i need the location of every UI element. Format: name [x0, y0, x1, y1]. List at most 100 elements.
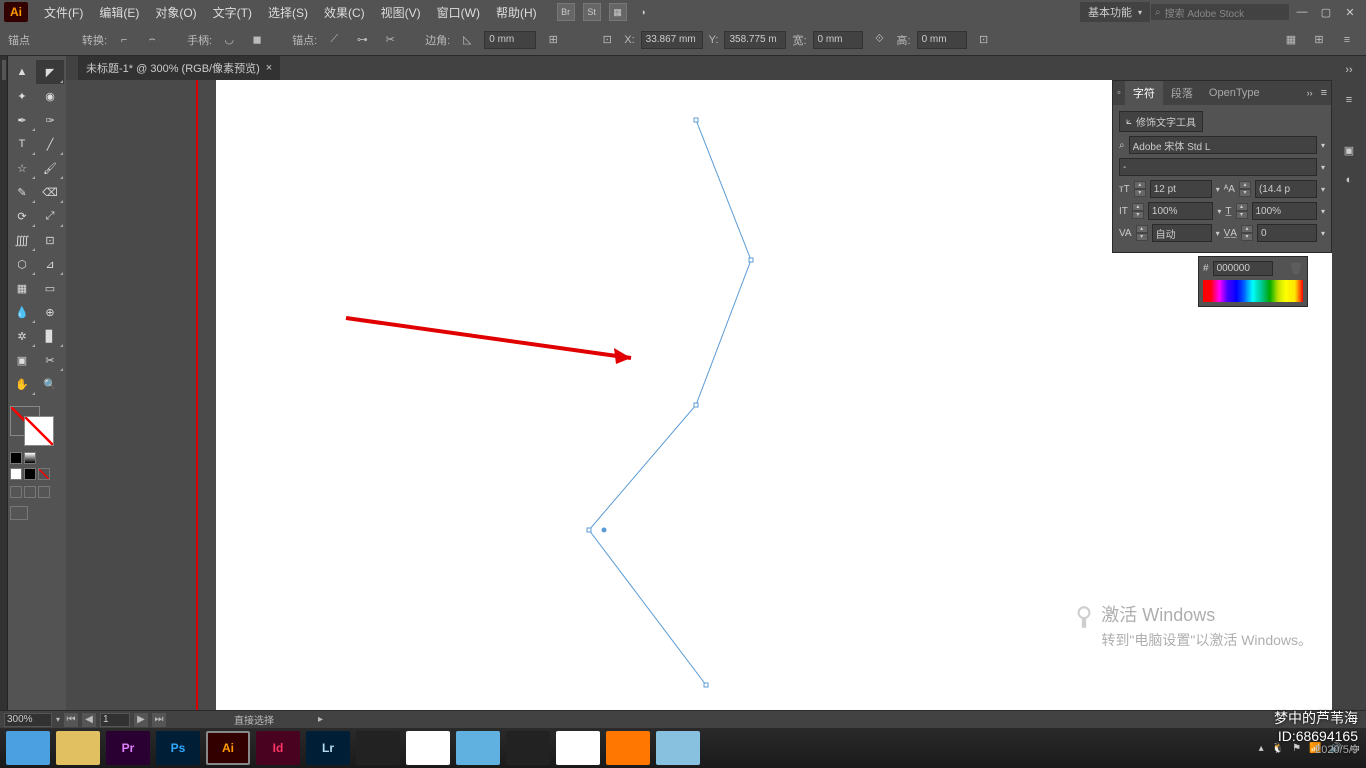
color-mode-btn[interactable]: [10, 468, 22, 480]
tab-character[interactable]: 字符: [1125, 81, 1163, 105]
lasso-tool[interactable]: ◉: [36, 84, 64, 108]
taskbar-app-10[interactable]: [506, 731, 550, 765]
eyedropper-tool[interactable]: 💧: [8, 300, 36, 324]
pen-tool[interactable]: ✒: [8, 108, 36, 132]
close-button[interactable]: ✕: [1338, 3, 1362, 21]
gradient-mode-btn[interactable]: [24, 468, 36, 480]
curvature-tool[interactable]: ✑: [36, 108, 64, 132]
hex-input[interactable]: [1213, 261, 1273, 276]
taskbar-app-5[interactable]: Id: [256, 731, 300, 765]
menu-view[interactable]: 视图(V): [373, 4, 429, 21]
convert-corner-btn[interactable]: ⌐: [113, 29, 135, 51]
taskbar-app-13[interactable]: [656, 731, 700, 765]
arrange-icon[interactable]: ▦: [609, 3, 627, 21]
menu-type[interactable]: 文字(T): [205, 4, 260, 21]
prev-artboard-btn[interactable]: ◀: [82, 713, 96, 727]
perspective-tool[interactable]: ⊿: [36, 252, 64, 276]
menu-file[interactable]: 文件(F): [36, 4, 91, 21]
tab-paragraph[interactable]: 段落: [1163, 81, 1201, 105]
draw-behind-btn[interactable]: [24, 486, 36, 498]
x-input[interactable]: [641, 31, 703, 49]
align-panel-btn[interactable]: ▦: [1280, 29, 1302, 51]
maximize-button[interactable]: ▢: [1314, 3, 1338, 21]
graph-tool[interactable]: ▊: [36, 324, 64, 348]
taskbar-app-11[interactable]: [556, 731, 600, 765]
trash-icon[interactable]: 🗑: [1289, 262, 1303, 275]
first-artboard-btn[interactable]: ⏮: [64, 713, 78, 727]
panel-menu-icon[interactable]: ≡: [1341, 92, 1357, 108]
chevron-down-icon[interactable]: ▾: [1321, 141, 1325, 150]
anchor-remove-btn[interactable]: ⟋: [323, 29, 345, 51]
panel-expand-icon[interactable]: ››: [1341, 62, 1357, 78]
width-tool[interactable]: ⨌: [8, 228, 36, 252]
tab-opentype[interactable]: OpenType: [1201, 83, 1268, 103]
none-mode-btn[interactable]: [38, 468, 50, 480]
anchor-point[interactable]: [749, 258, 754, 263]
anchor-connect-btn[interactable]: ⊶: [351, 29, 373, 51]
anchor-point[interactable]: [694, 403, 699, 408]
isolate-btn[interactable]: ⊡: [973, 29, 995, 51]
anchor-cut-btn[interactable]: ✂: [379, 29, 401, 51]
swatches-panel-icon[interactable]: ◐: [1341, 172, 1357, 188]
stroke-swatch[interactable]: [24, 416, 54, 446]
zoom-input[interactable]: [4, 713, 52, 727]
corner-input[interactable]: [484, 31, 536, 49]
menu-window[interactable]: 窗口(W): [429, 4, 488, 21]
blend-tool[interactable]: ⊕: [36, 300, 64, 324]
bridge-icon[interactable]: Br: [557, 3, 575, 21]
paintbrush-tool[interactable]: 🖌: [36, 156, 64, 180]
pencil-tool[interactable]: ✎: [8, 180, 36, 204]
draw-inside-btn[interactable]: [38, 486, 50, 498]
menu-help[interactable]: 帮助(H): [488, 4, 545, 21]
minimize-button[interactable]: —: [1290, 3, 1314, 21]
convert-smooth-btn[interactable]: ⌢: [141, 29, 163, 51]
vscale-input[interactable]: [1148, 202, 1213, 220]
kerning-input[interactable]: [1152, 224, 1212, 242]
shape-builder-tool[interactable]: ⬡: [8, 252, 36, 276]
font-size-input[interactable]: [1150, 180, 1212, 198]
color-picker[interactable]: [8, 404, 66, 522]
tray-expand-icon[interactable]: ▴: [1259, 743, 1264, 754]
last-artboard-btn[interactable]: ⏭: [152, 713, 166, 727]
taskbar-app-4[interactable]: Ai: [206, 731, 250, 765]
rectangle-tool[interactable]: ☆: [8, 156, 36, 180]
y-input[interactable]: [724, 31, 786, 49]
menu-select[interactable]: 选择(S): [260, 4, 316, 21]
zoom-tool[interactable]: 🔍: [36, 372, 64, 396]
handle-hide-btn[interactable]: ◼: [246, 29, 268, 51]
anchor-point[interactable]: [694, 118, 699, 123]
close-tab-icon[interactable]: ×: [266, 62, 272, 74]
artboard-num-input[interactable]: [100, 713, 130, 727]
next-artboard-btn[interactable]: ▶: [134, 713, 148, 727]
panel-expand-icon[interactable]: ››: [1303, 88, 1317, 98]
taskbar-app-12[interactable]: [606, 731, 650, 765]
selection-tool[interactable]: ▲: [8, 60, 36, 84]
w-input[interactable]: [813, 31, 863, 49]
taskbar-app-6[interactable]: Lr: [306, 731, 350, 765]
draw-normal-btn[interactable]: [10, 486, 22, 498]
tracking-input[interactable]: [1257, 224, 1317, 242]
gpu-icon[interactable]: ◗: [635, 3, 653, 21]
anchor-point[interactable]: [704, 683, 709, 688]
touch-type-tool-btn[interactable]: ⟀ 修饰文字工具: [1119, 111, 1203, 132]
font-family-input[interactable]: [1129, 136, 1317, 154]
taskbar-app-2[interactable]: Pr: [106, 731, 150, 765]
menu-edit[interactable]: 编辑(E): [91, 4, 147, 21]
screen-mode-btn[interactable]: [10, 506, 28, 520]
chevron-down-icon[interactable]: ▾: [1321, 163, 1325, 172]
default-colors-btn[interactable]: [10, 452, 22, 464]
free-transform-tool[interactable]: ⊡: [36, 228, 64, 252]
color-spectrum[interactable]: [1203, 280, 1303, 302]
search-input[interactable]: ⌕ 搜索 Adobe Stock: [1150, 3, 1290, 21]
menu-object[interactable]: 对象(O): [147, 4, 204, 21]
taskbar-app-0[interactable]: [6, 731, 50, 765]
stock-icon[interactable]: St: [583, 3, 601, 21]
taskbar-app-7[interactable]: [356, 731, 400, 765]
taskbar-app-8[interactable]: [406, 731, 450, 765]
eraser-tool[interactable]: ⌫: [36, 180, 64, 204]
hand-tool[interactable]: ✋: [8, 372, 36, 396]
taskbar-app-3[interactable]: Ps: [156, 731, 200, 765]
taskbar-app-1[interactable]: [56, 731, 100, 765]
transform-panel-btn[interactable]: ⊞: [1308, 29, 1330, 51]
ref-point-icon[interactable]: ⊡: [596, 29, 618, 51]
